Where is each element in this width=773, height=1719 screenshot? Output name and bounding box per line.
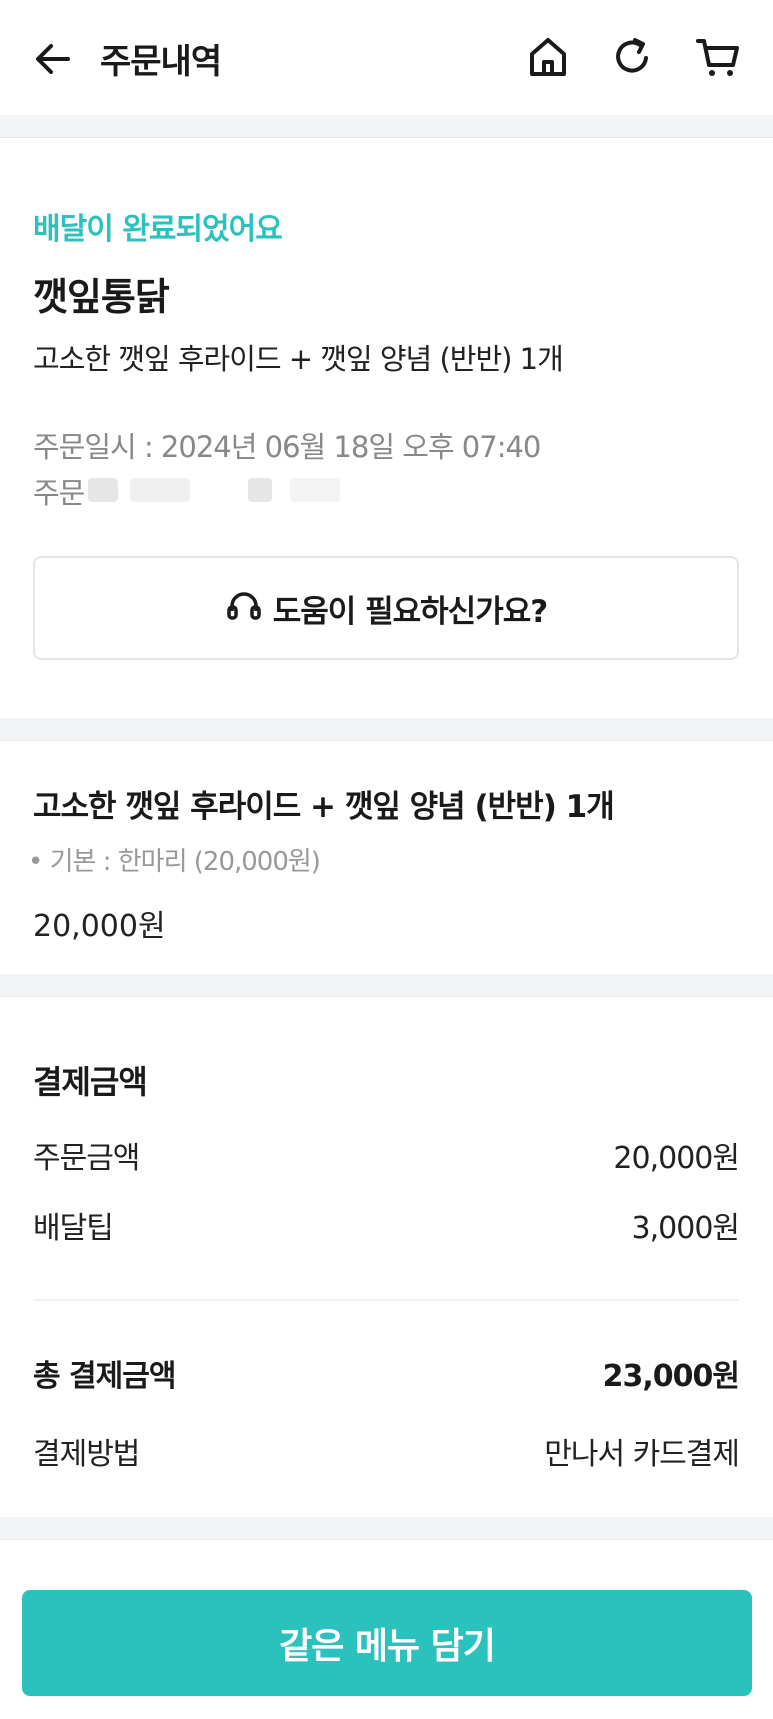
payment-section: 결제금액 주문금액 20,000원 배달팁 3,000원 총 결제금액 23,0… — [0, 997, 773, 1517]
order-amount-value: 20,000원 — [613, 1141, 740, 1176]
top-app-bar: 주문내역 — [0, 0, 773, 115]
order-number-label: 주문 — [33, 476, 85, 510]
payment-method-value: 만나서 카드결제 — [544, 1437, 740, 1472]
section-separator — [0, 115, 773, 138]
redacted-block — [248, 478, 272, 502]
refresh-icon[interactable] — [607, 32, 657, 82]
item-option: • 기본 : 한마리 (20,000원) — [28, 847, 321, 877]
store-name[interactable]: 깻잎통닭 — [33, 266, 170, 321]
delivery-status: 배달이 완료되었어요 — [33, 212, 283, 247]
divider — [33, 1299, 739, 1301]
redacted-block — [290, 478, 340, 502]
total-label: 총 결제금액 — [33, 1359, 176, 1394]
help-button-label: 도움이 필요하신가요? — [272, 593, 548, 630]
total-row: 총 결제금액 23,000원 — [33, 1351, 740, 1395]
delivery-tip-value: 3,000원 — [631, 1211, 740, 1246]
back-arrow-icon[interactable] — [30, 36, 76, 82]
item-price: 20,000원 — [33, 909, 166, 944]
order-number: 주문 — [33, 470, 85, 512]
cart-icon[interactable] — [693, 32, 743, 82]
add-same-menu-button[interactable]: 같은 메뉴 담기 — [22, 1590, 752, 1696]
redacted-block — [130, 478, 190, 502]
section-separator — [0, 718, 773, 741]
item-name: 고소한 깻잎 후라이드 + 깻잎 양념 (반반) 1개 — [33, 789, 615, 825]
order-date: 주문일시 : 2024년 06월 18일 오후 07:40 — [33, 430, 541, 464]
section-separator — [0, 1517, 773, 1540]
delivery-tip-label: 배달팁 — [33, 1211, 114, 1246]
order-summary-section: 배달이 완료되었어요 깻잎통닭 고소한 깻잎 후라이드 + 깻잎 양념 (반반)… — [0, 138, 773, 718]
headset-icon — [227, 592, 261, 620]
order-amount-row: 주문금액 20,000원 — [33, 1133, 740, 1177]
payment-title: 결제금액 — [33, 1063, 148, 1101]
payment-method-label: 결제방법 — [33, 1437, 140, 1472]
home-icon[interactable] — [523, 32, 573, 82]
order-item-section: 고소한 깻잎 후라이드 + 깻잎 양념 (반반) 1개 • 기본 : 한마리 (… — [0, 741, 773, 973]
payment-method-row: 결제방법 만나서 카드결제 — [33, 1429, 740, 1473]
section-separator — [0, 974, 773, 997]
page-title: 주문내역 — [100, 42, 222, 82]
order-amount-label: 주문금액 — [33, 1141, 140, 1176]
redacted-block — [88, 478, 118, 502]
total-value: 23,000원 — [602, 1359, 740, 1394]
menu-summary: 고소한 깻잎 후라이드 + 깻잎 양념 (반반) 1개 — [33, 342, 564, 376]
delivery-tip-row: 배달팁 3,000원 — [33, 1203, 740, 1247]
help-button[interactable]: 도움이 필요하신가요? — [33, 556, 739, 660]
